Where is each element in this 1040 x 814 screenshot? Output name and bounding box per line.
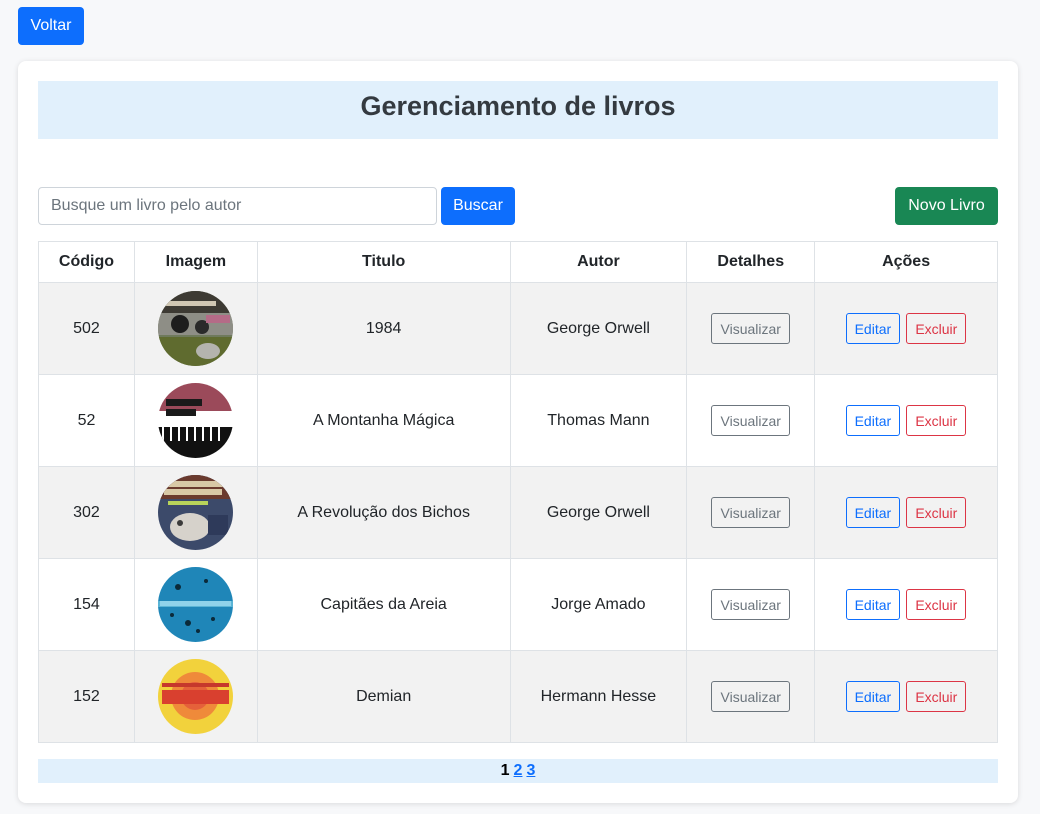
table-row: 154 Capitães da Areia Jorge Amado Visual… — [38, 558, 998, 651]
cell-details: Visualizar — [686, 650, 816, 743]
cell-author: Thomas Mann — [509, 374, 688, 467]
edit-button[interactable]: Editar — [845, 681, 900, 712]
view-button[interactable]: Visualizar — [711, 313, 791, 344]
header-image: Imagem — [133, 241, 258, 283]
page-link-3[interactable]: 3 — [526, 762, 535, 780]
delete-button[interactable]: Excluir — [906, 313, 967, 344]
book-cover-montanha-icon — [158, 383, 234, 458]
cell-title: Demian — [256, 650, 511, 743]
cell-code: 502 — [38, 282, 135, 375]
cell-actions: Editar Excluir — [814, 466, 998, 559]
cell-title: Capitães da Areia — [256, 558, 511, 651]
table-row: 152 Demian Hermann Hesse Visualizar Edit… — [38, 650, 998, 743]
book-cover-1984-icon — [158, 291, 234, 366]
cell-details: Visualizar — [686, 558, 816, 651]
cell-title: A Montanha Mágica — [256, 374, 511, 467]
cell-author: Jorge Amado — [509, 558, 688, 651]
delete-button[interactable]: Excluir — [906, 497, 967, 528]
books-table: Código Imagem Titulo Autor Detalhes Açõe… — [38, 241, 998, 743]
cell-author: George Orwell — [509, 466, 688, 559]
search-button[interactable]: Buscar — [441, 187, 515, 225]
delete-button[interactable]: Excluir — [906, 405, 967, 436]
table-row: 52 A Montanha Mágica Thomas Mann Visuali… — [38, 374, 998, 467]
cell-title: A Revolução dos Bichos — [256, 466, 511, 559]
page-current: 1 — [500, 762, 510, 779]
cell-image — [133, 650, 258, 743]
cell-title: 1984 — [256, 282, 511, 375]
book-cover-capitaes-icon — [158, 567, 234, 642]
cell-actions: Editar Excluir — [814, 374, 998, 467]
cell-actions: Editar Excluir — [814, 282, 998, 375]
book-cover-demian-icon — [158, 659, 234, 734]
edit-button[interactable]: Editar — [845, 497, 900, 528]
header-author: Autor — [509, 241, 688, 283]
cell-code: 302 — [38, 466, 135, 559]
header-details: Detalhes — [686, 241, 816, 283]
search-input[interactable] — [38, 187, 437, 225]
header-title: Titulo — [256, 241, 511, 283]
cell-code: 52 — [38, 374, 135, 467]
view-button[interactable]: Visualizar — [711, 589, 791, 620]
page-title: Gerenciamento de livros — [360, 90, 676, 121]
cell-author: George Orwell — [509, 282, 688, 375]
view-button[interactable]: Visualizar — [711, 681, 791, 712]
view-button[interactable]: Visualizar — [711, 405, 791, 436]
edit-button[interactable]: Editar — [845, 589, 900, 620]
cell-details: Visualizar — [686, 374, 816, 467]
table-row: 302 A Revolução dos Bichos George Orwell… — [38, 466, 998, 559]
books-card: Gerenciamento de livros Buscar Novo Livr… — [18, 61, 1018, 803]
cell-image — [133, 558, 258, 651]
table-row: 502 1984 George Orwell Visualizar Editar… — [38, 282, 998, 375]
cell-actions: Editar Excluir — [814, 650, 998, 743]
delete-button[interactable]: Excluir — [906, 681, 967, 712]
edit-button[interactable]: Editar — [845, 313, 900, 344]
cell-image — [133, 466, 258, 559]
cell-actions: Editar Excluir — [814, 558, 998, 651]
delete-button[interactable]: Excluir — [906, 589, 967, 620]
cell-author: Hermann Hesse — [509, 650, 688, 743]
cell-code: 154 — [38, 558, 135, 651]
page-link-2[interactable]: 2 — [514, 762, 523, 780]
header-actions: Ações — [814, 241, 998, 283]
pagination: 1 2 3 — [38, 759, 998, 783]
title-band: Gerenciamento de livros — [38, 81, 998, 139]
cell-image — [133, 374, 258, 467]
cell-details: Visualizar — [686, 282, 816, 375]
back-button[interactable]: Voltar — [18, 7, 84, 45]
table-header-row: Código Imagem Titulo Autor Detalhes Açõe… — [38, 241, 998, 283]
edit-button[interactable]: Editar — [845, 405, 900, 436]
cell-image — [133, 282, 258, 375]
cell-details: Visualizar — [686, 466, 816, 559]
header-code: Código — [38, 241, 135, 283]
view-button[interactable]: Visualizar — [711, 497, 791, 528]
new-book-button[interactable]: Novo Livro — [895, 187, 998, 225]
book-cover-bichos-icon — [158, 475, 234, 550]
cell-code: 152 — [38, 650, 135, 743]
